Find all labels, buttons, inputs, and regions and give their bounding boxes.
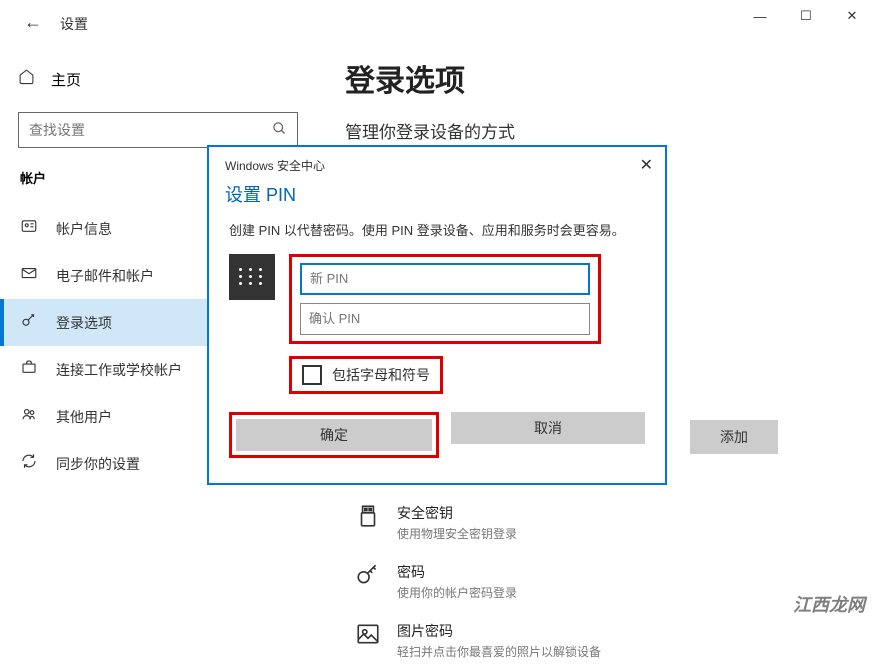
sidebar-item-label: 同步你的设置 [56, 454, 140, 474]
sidebar-item-label: 帐户信息 [56, 219, 112, 239]
settings-header-title: 设置 [60, 14, 88, 34]
pin-setup-dialog: Windows 安全中心 ✕ 设置 PIN 创建 PIN 以代替密码。使用 PI… [207, 145, 667, 485]
keypad-icon [229, 254, 275, 300]
checkbox-label: 包括字母和符号 [332, 365, 430, 385]
account-icon [20, 217, 38, 240]
page-subtitle: 管理你登录设备的方式 [345, 118, 845, 143]
sidebar-item-label: 其他用户 [56, 407, 112, 427]
minimize-button[interactable]: — [737, 0, 783, 32]
picture-icon [355, 621, 381, 647]
key-icon [20, 311, 38, 334]
search-input[interactable] [29, 122, 272, 138]
search-icon [272, 121, 287, 140]
option-desc: 使用你的帐户密码登录 [397, 584, 517, 601]
sidebar-home[interactable]: 主页 [18, 60, 300, 98]
sync-icon [20, 452, 38, 475]
window-controls: — ☐ ✕ [737, 0, 875, 32]
back-button[interactable]: ← [24, 12, 42, 33]
sidebar-item-label: 登录选项 [56, 313, 112, 333]
dialog-title: 设置 PIN [209, 177, 665, 217]
ok-button-highlight: 确定 [229, 412, 439, 458]
password-key-icon [355, 562, 381, 588]
option-title: 图片密码 [397, 621, 601, 641]
new-pin-input[interactable] [300, 263, 590, 295]
confirm-pin-input[interactable] [300, 303, 590, 335]
cancel-button[interactable]: 取消 [451, 412, 645, 444]
dialog-header-title: Windows 安全中心 [225, 157, 325, 174]
sidebar-item-label: 连接工作或学校帐户 [56, 360, 182, 380]
email-icon [20, 264, 38, 287]
option-title: 安全密钥 [397, 503, 517, 523]
dialog-close-button[interactable]: ✕ [640, 155, 653, 175]
option-security-key[interactable]: 安全密钥 使用物理安全密钥登录 [355, 493, 845, 552]
sidebar-item-label: 电子邮件和帐户 [56, 266, 154, 286]
option-desc: 使用物理安全密钥登录 [397, 525, 517, 542]
home-label: 主页 [51, 69, 81, 90]
ok-button[interactable]: 确定 [236, 419, 432, 451]
include-letters-checkbox[interactable] [302, 365, 322, 385]
people-icon [20, 405, 38, 428]
checkbox-highlight: 包括字母和符号 [289, 356, 443, 394]
briefcase-icon [20, 358, 38, 381]
add-button[interactable]: 添加 [690, 420, 778, 454]
maximize-button[interactable]: ☐ [783, 0, 829, 32]
home-icon [18, 68, 35, 90]
pin-inputs-highlight [289, 254, 601, 344]
close-window-button[interactable]: ✕ [829, 0, 875, 32]
search-box[interactable] [18, 112, 298, 148]
dialog-description: 创建 PIN 以代替密码。使用 PIN 登录设备、应用和服务时会更容易。 [209, 217, 665, 242]
option-picture-password[interactable]: 图片密码 轻扫并点击你最喜爱的照片以解锁设备 [355, 611, 845, 670]
option-desc: 轻扫并点击你最喜爱的照片以解锁设备 [397, 643, 601, 660]
option-password[interactable]: 密码 使用你的帐户密码登录 [355, 552, 845, 611]
usb-key-icon [355, 503, 381, 529]
option-title: 密码 [397, 562, 517, 582]
watermark: 江西龙网 [793, 591, 865, 617]
page-title: 登录选项 [345, 56, 845, 100]
